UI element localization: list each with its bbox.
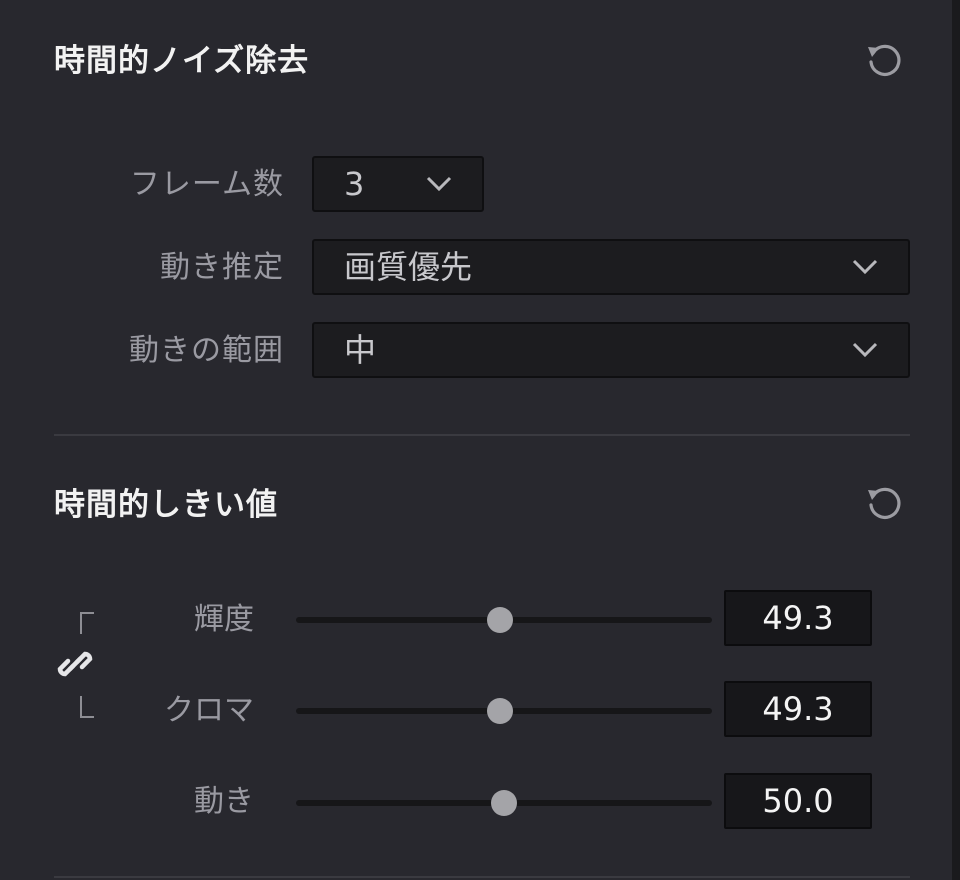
frames-dropdown[interactable]: 3 [312, 156, 484, 212]
motion-range-label: 動きの範囲 [129, 333, 284, 368]
chevron-down-icon [426, 176, 452, 192]
temporal-nr-panel: 時間的ノイズ除去 フレーム数 3 動き推定 画質優先 動きの範囲 中 時間的しき… [0, 0, 952, 880]
chevron-down-icon [852, 342, 878, 358]
section-divider [54, 434, 910, 436]
chroma-slider-track[interactable] [296, 698, 712, 724]
reset-icon [868, 44, 901, 76]
chroma-label: クロマ [164, 693, 254, 728]
motion-slider-track[interactable] [296, 790, 712, 816]
temporal-nr-reset-button[interactable] [861, 36, 909, 84]
luma-slider-track[interactable] [296, 607, 712, 633]
temporal-nr-title: 時間的ノイズ除去 [54, 43, 310, 79]
luma-value-input[interactable]: 49.3 [724, 590, 872, 646]
luma-slider-thumb[interactable] [486, 607, 513, 633]
panel-scroll-edge [952, 0, 960, 880]
frames-label: フレーム数 [129, 167, 284, 202]
motion-label: 動き [194, 784, 254, 819]
bottom-divider [54, 876, 910, 878]
luma-label: 輝度 [194, 602, 254, 637]
motion-slider-thumb[interactable] [491, 790, 517, 816]
chevron-down-icon [852, 259, 878, 275]
temporal-threshold-reset-button[interactable] [861, 479, 909, 527]
frames-value: 3 [344, 165, 365, 203]
link-icon[interactable] [56, 645, 94, 683]
chroma-value-input[interactable]: 49.3 [724, 681, 872, 737]
chroma-slider-thumb[interactable] [486, 698, 513, 724]
motion-estimation-value: 画質優先 [344, 248, 473, 286]
motion-estimation-dropdown[interactable]: 画質優先 [312, 239, 910, 295]
temporal-threshold-title: 時間的しきい値 [54, 487, 278, 523]
motion-value-input[interactable]: 50.0 [724, 773, 872, 829]
reset-icon [868, 487, 901, 519]
motion-estimation-label: 動き推定 [160, 250, 284, 285]
motion-range-value: 中 [344, 331, 377, 369]
motion-range-dropdown[interactable]: 中 [312, 322, 910, 378]
